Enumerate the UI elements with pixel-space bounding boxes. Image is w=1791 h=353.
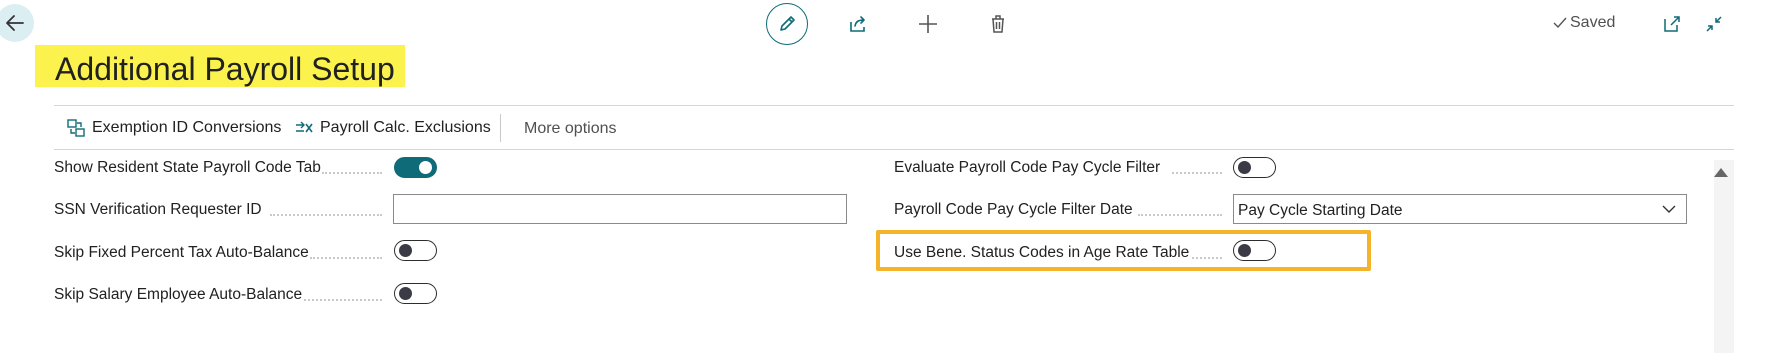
skip-salary-employee-toggle[interactable] — [394, 283, 437, 304]
label-leader — [270, 214, 382, 216]
divider — [54, 105, 1734, 106]
field-label: Skip Salary Employee Auto-Balance — [54, 286, 303, 303]
field-label: Payroll Code Pay Cycle Filter Date — [894, 201, 1133, 218]
share-icon — [850, 16, 865, 32]
collapse-button[interactable] — [1694, 4, 1734, 44]
skip-fixed-percent-tax-toggle[interactable] — [394, 240, 437, 261]
pay-cycle-filter-date-select[interactable]: Pay Cycle Starting Date — [1233, 194, 1687, 224]
show-resident-state-toggle[interactable] — [394, 157, 437, 178]
toggle-knob — [1238, 243, 1251, 257]
label-leader — [310, 257, 382, 259]
plus-icon — [919, 15, 937, 33]
saved-status: Saved — [1552, 14, 1615, 32]
label-leader — [322, 172, 382, 174]
open-new-window-button[interactable] — [1652, 4, 1692, 44]
field-label: Skip Fixed Percent Tax Auto-Balance — [54, 244, 309, 261]
toggle-knob — [399, 243, 412, 257]
open-in-new-window-icon — [1664, 16, 1680, 32]
share-button[interactable] — [838, 4, 878, 44]
checkmark-icon — [1553, 17, 1567, 29]
trash-icon — [992, 15, 1004, 33]
use-bene-status-codes-toggle[interactable] — [1233, 240, 1276, 261]
toggle-knob — [419, 160, 432, 174]
label-leader — [1138, 214, 1222, 216]
ssn-verification-requester-id-input[interactable] — [393, 194, 847, 224]
chevron-down-icon — [1662, 205, 1676, 213]
action-separator — [500, 114, 501, 142]
delete-button[interactable] — [978, 4, 1018, 44]
field-label: SSN Verification Requester ID — [54, 201, 262, 218]
exemption-id-conversions-label: Exemption ID Conversions — [92, 119, 282, 136]
toggle-knob — [399, 286, 412, 300]
scroll-up-icon[interactable] — [1713, 166, 1729, 178]
label-leader — [1192, 257, 1222, 259]
payroll-calc-exclusions-action[interactable]: Payroll Calc. Exclusions — [294, 118, 491, 138]
page-title: Additional Payroll Setup — [55, 51, 395, 87]
field-label: Use Bene. Status Codes in Age Rate Table — [894, 244, 1190, 261]
evaluate-pay-cycle-filter-toggle[interactable] — [1233, 157, 1276, 178]
pencil-icon — [780, 16, 795, 31]
conversion-icon — [67, 119, 85, 137]
new-button[interactable] — [908, 4, 948, 44]
exclusion-icon — [296, 121, 313, 133]
arrow-left-icon — [6, 15, 24, 31]
label-leader — [1172, 172, 1222, 174]
payroll-calc-exclusions-label: Payroll Calc. Exclusions — [320, 119, 491, 136]
divider — [54, 149, 1734, 150]
edit-button[interactable] — [766, 3, 808, 45]
collapse-icon — [1706, 16, 1722, 32]
exemption-id-conversions-action[interactable]: Exemption ID Conversions — [66, 118, 281, 138]
field-label: Evaluate Payroll Code Pay Cycle Filter — [894, 159, 1161, 176]
selected-value: Pay Cycle Starting Date — [1238, 202, 1403, 219]
back-button[interactable] — [0, 4, 34, 42]
saved-label: Saved — [1570, 14, 1616, 31]
toggle-knob — [1238, 160, 1251, 174]
field-label: Show Resident State Payroll Code Tab — [54, 159, 321, 176]
vertical-scrollbar[interactable] — [1714, 160, 1734, 353]
label-leader — [304, 299, 382, 301]
more-options-button[interactable]: More options — [524, 120, 617, 138]
